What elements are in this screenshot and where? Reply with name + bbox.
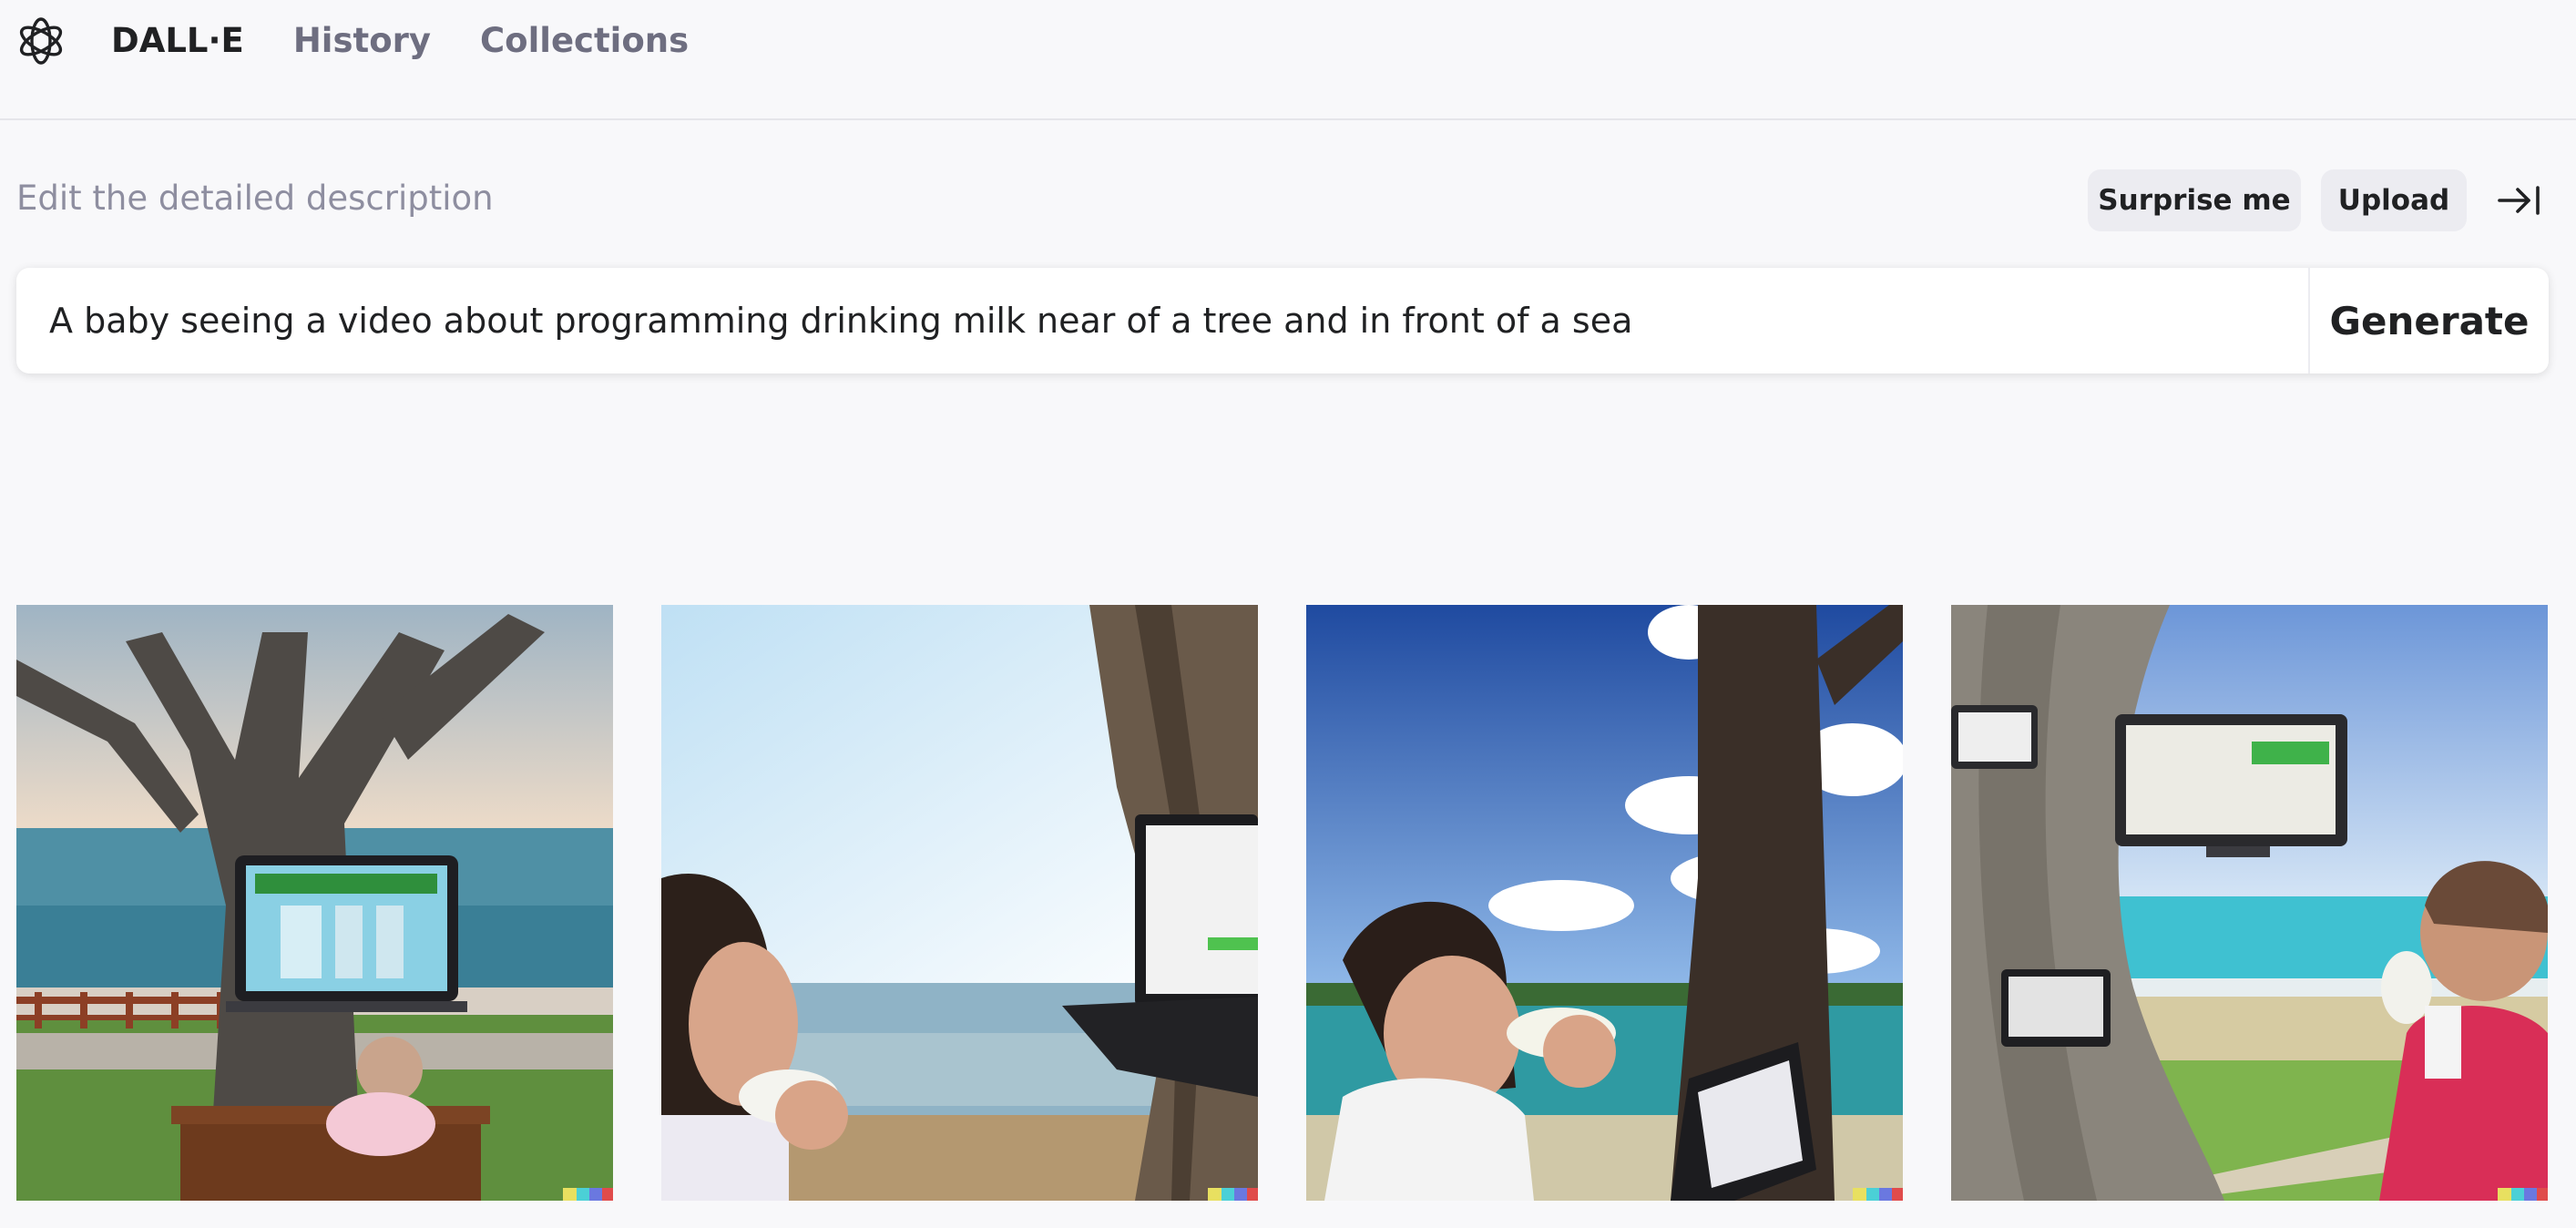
- upload-button[interactable]: Upload: [2321, 169, 2467, 231]
- result-image[interactable]: [1951, 605, 2548, 1201]
- prompt-input[interactable]: [16, 268, 2308, 374]
- results-grid: [16, 605, 2549, 1201]
- result-image-2: [661, 605, 1258, 1201]
- nav-history[interactable]: History: [293, 18, 431, 64]
- generate-button[interactable]: Generate: [2310, 268, 2549, 374]
- description-label: Edit the detailed description: [16, 179, 494, 218]
- top-nav-bar: DALL·E History Collections: [0, 0, 2576, 120]
- result-image-4: [1951, 605, 2548, 1201]
- result-image-3: [1306, 605, 1903, 1201]
- surprise-me-button[interactable]: Surprise me: [2088, 169, 2301, 231]
- result-image-1: [16, 605, 613, 1201]
- arrow-to-right-icon[interactable]: [2496, 182, 2541, 219]
- result-image[interactable]: [16, 605, 613, 1201]
- nav-collections[interactable]: Collections: [480, 18, 689, 64]
- result-image[interactable]: [1306, 605, 1903, 1201]
- openai-logo-icon[interactable]: [15, 15, 67, 67]
- nav-dalle[interactable]: DALL·E: [111, 18, 244, 64]
- result-image[interactable]: [661, 605, 1258, 1201]
- main-nav: DALL·E History Collections: [111, 18, 689, 64]
- prompt-bar: Generate: [16, 268, 2549, 374]
